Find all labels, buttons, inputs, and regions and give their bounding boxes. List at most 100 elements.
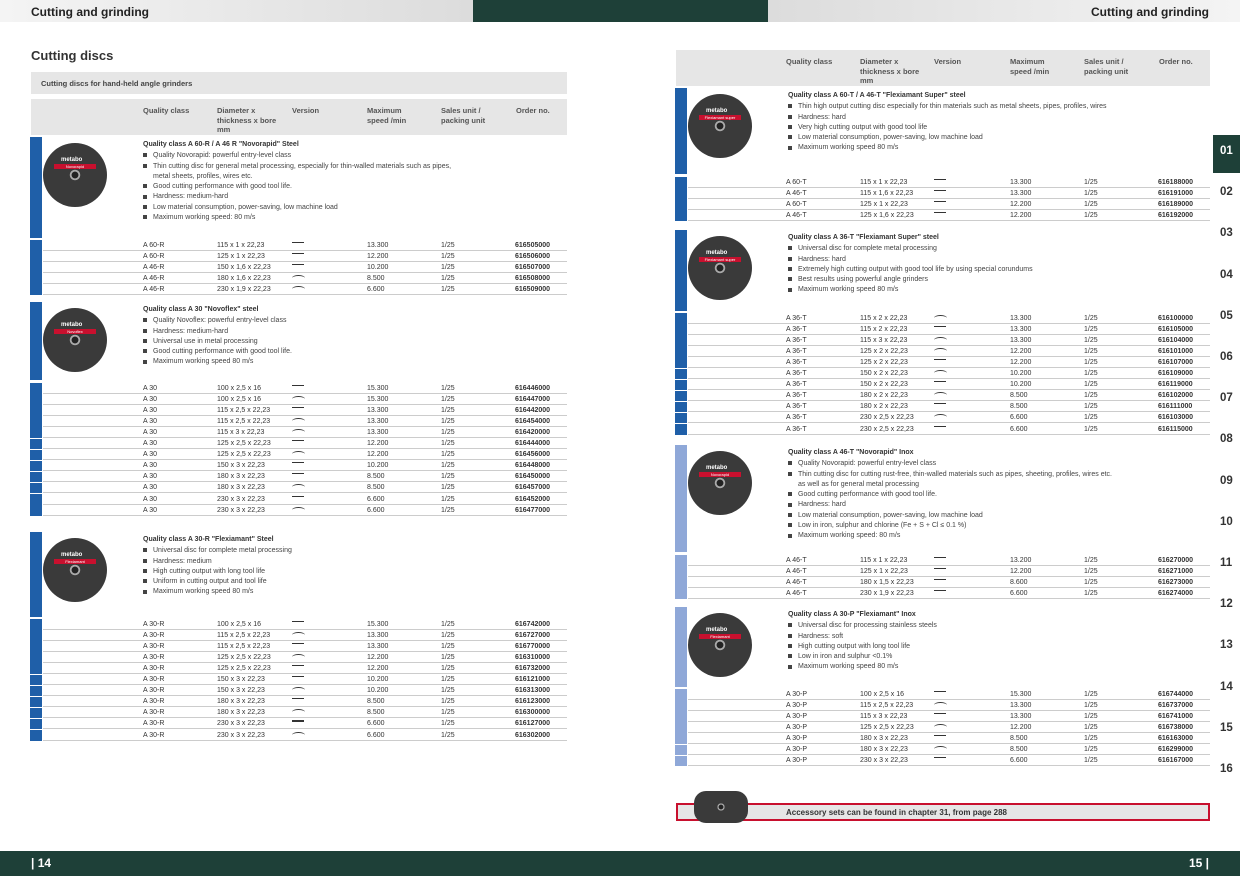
row-color-marker <box>30 471 42 483</box>
chapter-tab-08[interactable]: 08 <box>1213 423 1240 461</box>
chapter-tab-16[interactable]: 16 <box>1213 753 1240 791</box>
cell-speed: 12.200 <box>367 664 389 672</box>
accessory-note[interactable]: Accessory sets can be found in chapter 3… <box>676 803 1210 821</box>
bullet-text: Universal use in metal processing <box>153 337 258 345</box>
bullet-item: Hardness: medium <box>143 557 563 567</box>
header-center-band <box>473 0 768 22</box>
cell-sales: 1/25 <box>1084 392 1098 400</box>
bullet-icon <box>788 664 792 669</box>
section-color-bar <box>30 302 42 380</box>
cell-diameter: 115 x 3 x 22,23 <box>860 712 908 720</box>
bullet-text: Good cutting performance with good tool … <box>153 348 292 356</box>
cell-diameter: 230 x 1,9 x 22,23 <box>860 589 914 597</box>
cell-speed: 6.600 <box>1010 414 1028 422</box>
cutting-disc-image: metabo Novorapid <box>688 451 752 515</box>
chapter-tab-09[interactable]: 09 <box>1213 465 1240 503</box>
table-row: A 30-R 125 x 2,5 x 22,23 12.200 1/25 6163100… <box>43 652 567 663</box>
band-title: Cutting discs for hand-held angle grinde… <box>31 72 567 94</box>
bullet-icon <box>788 512 792 517</box>
chapter-tab-11[interactable]: 11 <box>1213 547 1240 585</box>
cell-order: 616770000 <box>515 642 551 650</box>
bullet-icon <box>143 589 147 594</box>
chapter-tab-15[interactable]: 15 <box>1213 712 1240 750</box>
bullet-item: Uniform in cutting output and tool life <box>143 577 563 587</box>
bullet-icon <box>788 277 792 282</box>
row-color-marker <box>30 696 42 708</box>
cell-diameter: 125 x 2,5 x 22,23 <box>217 440 271 447</box>
curved-version-icon <box>292 731 305 738</box>
bullet-icon <box>788 623 792 628</box>
flat-version-icon <box>292 495 304 497</box>
chapter-tab-01[interactable]: 01 <box>1213 135 1240 173</box>
cell-order: 616100000 <box>1158 314 1194 322</box>
product-description: Quality class A 36-T "Flexiamant Super" … <box>788 233 1206 296</box>
cell-diameter: 115 x 3 x 22,23 <box>860 336 908 344</box>
cell-order: 616444000 <box>515 440 551 447</box>
chapter-tab-02[interactable]: 02 <box>1213 176 1240 214</box>
bullet-icon <box>788 246 792 251</box>
row-color-marker <box>675 577 687 588</box>
cell-diameter: 100 x 2,5 x 16 <box>217 395 261 403</box>
product-title: Quality class A 60-R / A 46 R "Novorapid… <box>143 141 299 148</box>
bullet-item: Maximum working speed 80 m/s <box>143 357 563 367</box>
table-row: A 30-R 150 x 3 x 22,23 10.200 1/25 616121000 <box>43 675 567 686</box>
section-color-bar <box>30 532 42 617</box>
row-color-marker <box>30 416 42 427</box>
bullet-item: Quality Novoflex: powerful entry-level c… <box>143 316 563 326</box>
chapter-tab-04[interactable]: 04 <box>1213 259 1240 297</box>
table-row: A 30 125 x 2,5 x 22,23 12.200 1/25 616444000 <box>43 439 567 450</box>
table-row: A 30-R 100 x 2,5 x 16 15.300 1/25 616742000 <box>43 619 567 630</box>
bullet-item: Maximum working speed: 80 m/s <box>143 213 563 223</box>
cell-order: 616104000 <box>1158 336 1194 344</box>
cell-quality: A 36-T <box>786 347 807 355</box>
cell-sales: 1/25 <box>1084 189 1098 197</box>
flat-version-icon <box>292 676 304 678</box>
flat-version-icon <box>934 381 946 383</box>
curved-version-icon <box>292 428 305 435</box>
chapter-tab-06[interactable]: 06 <box>1213 341 1240 379</box>
chapter-tab-14[interactable]: 14 <box>1213 671 1240 709</box>
chapter-tab-05[interactable]: 05 <box>1213 300 1240 338</box>
cell-quality: A 30-R <box>143 698 165 706</box>
row-color-marker <box>30 482 42 494</box>
curved-version-icon <box>934 392 947 398</box>
chapter-tab-12[interactable]: 12 <box>1213 588 1240 626</box>
cell-quality: A 30-R <box>143 664 165 672</box>
row-color-marker <box>675 199 687 210</box>
cell-order: 616310000 <box>515 653 551 661</box>
cell-quality: A 30-R <box>143 631 165 639</box>
chapter-tab-07[interactable]: 07 <box>1213 382 1240 420</box>
curved-version-icon <box>292 395 305 402</box>
curved-version-icon <box>292 451 305 457</box>
row-color-marker <box>675 744 687 756</box>
curved-version-icon <box>934 723 947 730</box>
flat-version-icon <box>292 384 304 386</box>
bullet-icon <box>788 644 792 649</box>
chapter-tab-10[interactable]: 10 <box>1213 506 1240 544</box>
cell-diameter: 180 x 3 x 22,23 <box>217 484 265 492</box>
cell-quality: A 46-T <box>786 556 807 564</box>
cell-quality: A 36-T <box>786 325 807 333</box>
flat-version-icon <box>292 406 304 408</box>
curved-version-icon <box>934 314 947 321</box>
bullet-text: Best results using powerful angle grinde… <box>798 276 928 284</box>
chapter-tab-13[interactable]: 13 <box>1213 629 1240 667</box>
product-description: Quality class A 30-P "Flexiamant" Inox Un… <box>788 610 1206 673</box>
bullet-icon <box>143 558 147 563</box>
table-row: A 36-T 115 x 2 x 22,23 13.300 1/25 616100000 <box>688 313 1210 324</box>
cell-order: 616273000 <box>1158 578 1194 586</box>
cell-diameter: 230 x 1,9 x 22,23 <box>217 285 271 293</box>
bullet-item: High cutting output with long tool life <box>143 567 563 577</box>
cell-diameter: 230 x 2,5 x 22,23 <box>860 425 914 433</box>
cell-order: 616454000 <box>515 417 551 425</box>
metabo-logo: metabo <box>61 322 83 328</box>
cell-speed: 12.200 <box>367 252 389 260</box>
bullet-icon <box>143 318 147 323</box>
cell-speed: 6.600 <box>1010 589 1028 597</box>
cell-quality: A 36-T <box>786 358 807 366</box>
cell-speed: 13.300 <box>367 241 389 249</box>
cell-quality: A 30-P <box>786 701 808 709</box>
cell-sales: 1/25 <box>441 462 455 470</box>
cell-diameter: 180 x 3 x 22,23 <box>217 698 265 706</box>
chapter-tab-03[interactable]: 03 <box>1213 217 1240 255</box>
